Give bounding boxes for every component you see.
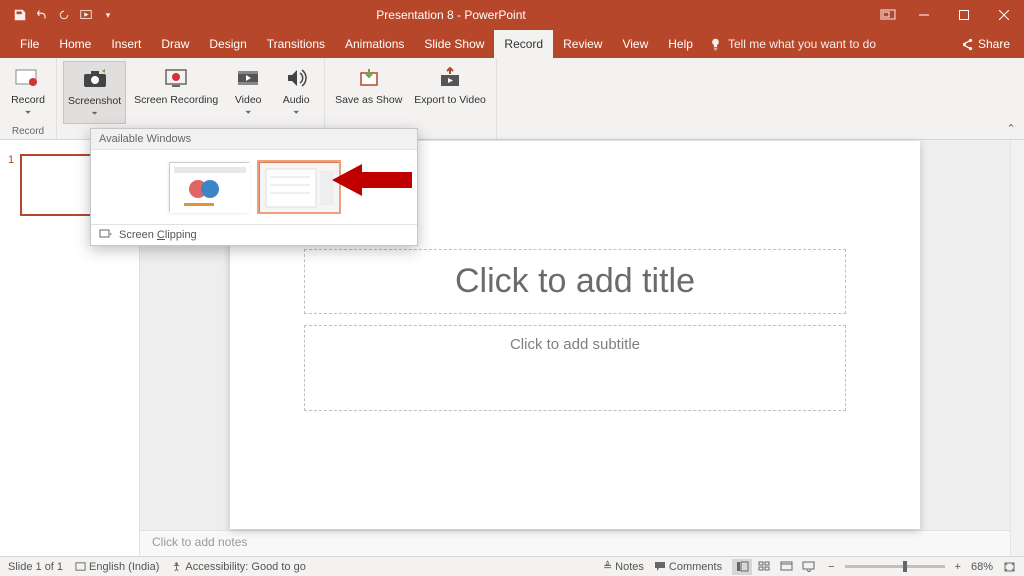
window-title: Presentation 8 - PowerPoint — [118, 8, 784, 22]
display-options-icon[interactable] — [878, 5, 898, 25]
slide-counter: Slide 1 of 1 — [8, 561, 63, 573]
slideshow-view-button[interactable] — [798, 559, 818, 575]
screenshot-button[interactable]: Screenshot ⏷ — [63, 61, 126, 124]
ribbon-group-save: Save as Show Export to Video — [325, 58, 497, 139]
window-thumbnail-2[interactable] — [259, 162, 339, 212]
ribbon-group-record: Record ⏷ Record — [0, 58, 57, 139]
zoom-level[interactable]: 68% — [971, 561, 993, 573]
window-controls — [904, 0, 1024, 30]
export-video-icon — [436, 64, 464, 92]
notes-pane[interactable]: Click to add notes — [140, 530, 1010, 556]
tab-help[interactable]: Help — [658, 30, 703, 58]
share-button[interactable]: Share — [960, 37, 1010, 51]
redo-icon[interactable] — [54, 5, 74, 25]
annotation-arrow — [332, 164, 412, 196]
video-icon — [234, 64, 262, 92]
maximize-button[interactable] — [944, 0, 984, 30]
start-from-beginning-icon[interactable] — [76, 5, 96, 25]
comments-toggle[interactable]: Comments — [654, 561, 722, 573]
ribbon-group-content: Screenshot ⏷ Screen Recording Video ⏷ Au… — [57, 58, 325, 139]
save-icon[interactable] — [10, 5, 30, 25]
record-button[interactable]: Record ⏷ — [6, 61, 50, 124]
audio-icon — [282, 64, 310, 92]
share-icon — [960, 38, 973, 51]
camera-icon — [81, 65, 109, 93]
clipping-icon — [99, 229, 113, 241]
tab-view[interactable]: View — [612, 30, 658, 58]
ribbon-group-label: Record — [12, 124, 44, 139]
slide-sorter-button[interactable] — [754, 559, 774, 575]
zoom-slider-thumb[interactable] — [903, 561, 907, 572]
tab-design[interactable]: Design — [199, 30, 256, 58]
fit-to-window-button[interactable] — [1003, 561, 1016, 573]
window-thumbnail-1[interactable] — [169, 162, 249, 212]
tab-file[interactable]: File — [10, 30, 49, 58]
statusbar: Slide 1 of 1 English (India) Accessibili… — [0, 556, 1024, 576]
save-as-show-button[interactable]: Save as Show — [331, 61, 406, 124]
dropdown-header: Available Windows — [91, 129, 417, 150]
tab-home[interactable]: Home — [49, 30, 101, 58]
comments-icon — [654, 561, 666, 572]
video-button[interactable]: Video ⏷ — [226, 61, 270, 124]
export-to-video-button[interactable]: Export to Video — [410, 61, 490, 124]
accessibility-status[interactable]: Accessibility: Good to go — [171, 561, 305, 573]
screen-clipping-option[interactable]: Screen Clipping — [91, 224, 417, 245]
minimize-button[interactable] — [904, 0, 944, 30]
record-icon — [14, 64, 42, 92]
tab-transitions[interactable]: Transitions — [257, 30, 335, 58]
zoom-out-button[interactable]: − — [828, 561, 834, 573]
collapse-ribbon-button[interactable]: ⌃ — [998, 58, 1024, 139]
audio-button[interactable]: Audio ⏷ — [274, 61, 318, 124]
zoom-in-button[interactable]: + — [955, 561, 961, 573]
undo-icon[interactable] — [32, 5, 52, 25]
tab-review[interactable]: Review — [553, 30, 612, 58]
view-buttons — [732, 559, 818, 575]
menubar: File Home Insert Draw Design Transitions… — [0, 30, 1024, 58]
thumb-number: 1 — [8, 154, 14, 216]
language-icon — [75, 561, 86, 572]
subtitle-placeholder[interactable]: Click to add subtitle — [304, 325, 846, 411]
tab-insert[interactable]: Insert — [101, 30, 151, 58]
tab-slideshow[interactable]: Slide Show — [414, 30, 494, 58]
reading-view-button[interactable] — [776, 559, 796, 575]
title-placeholder[interactable]: Click to add title — [304, 249, 846, 314]
screen-recording-button[interactable]: Screen Recording — [130, 61, 222, 124]
tab-draw[interactable]: Draw — [151, 30, 199, 58]
qat-more-icon[interactable]: ▾ — [98, 5, 118, 25]
screen-recording-icon — [162, 64, 190, 92]
save-as-show-icon — [355, 64, 383, 92]
quick-access-toolbar: ▾ — [0, 5, 118, 25]
language-status[interactable]: English (India) — [75, 561, 159, 573]
vertical-scrollbar[interactable] — [1010, 140, 1024, 556]
lightbulb-icon — [709, 38, 722, 51]
close-button[interactable] — [984, 0, 1024, 30]
titlebar: ▾ Presentation 8 - PowerPoint — [0, 0, 1024, 30]
tab-animations[interactable]: Animations — [335, 30, 414, 58]
zoom-slider[interactable] — [845, 565, 945, 568]
accessibility-icon — [171, 561, 182, 572]
normal-view-button[interactable] — [732, 559, 752, 575]
tab-record[interactable]: Record — [494, 30, 553, 58]
notes-toggle[interactable]: ≜ Notes — [603, 560, 644, 573]
tell-me-search[interactable]: Tell me what you want to do — [709, 37, 876, 51]
